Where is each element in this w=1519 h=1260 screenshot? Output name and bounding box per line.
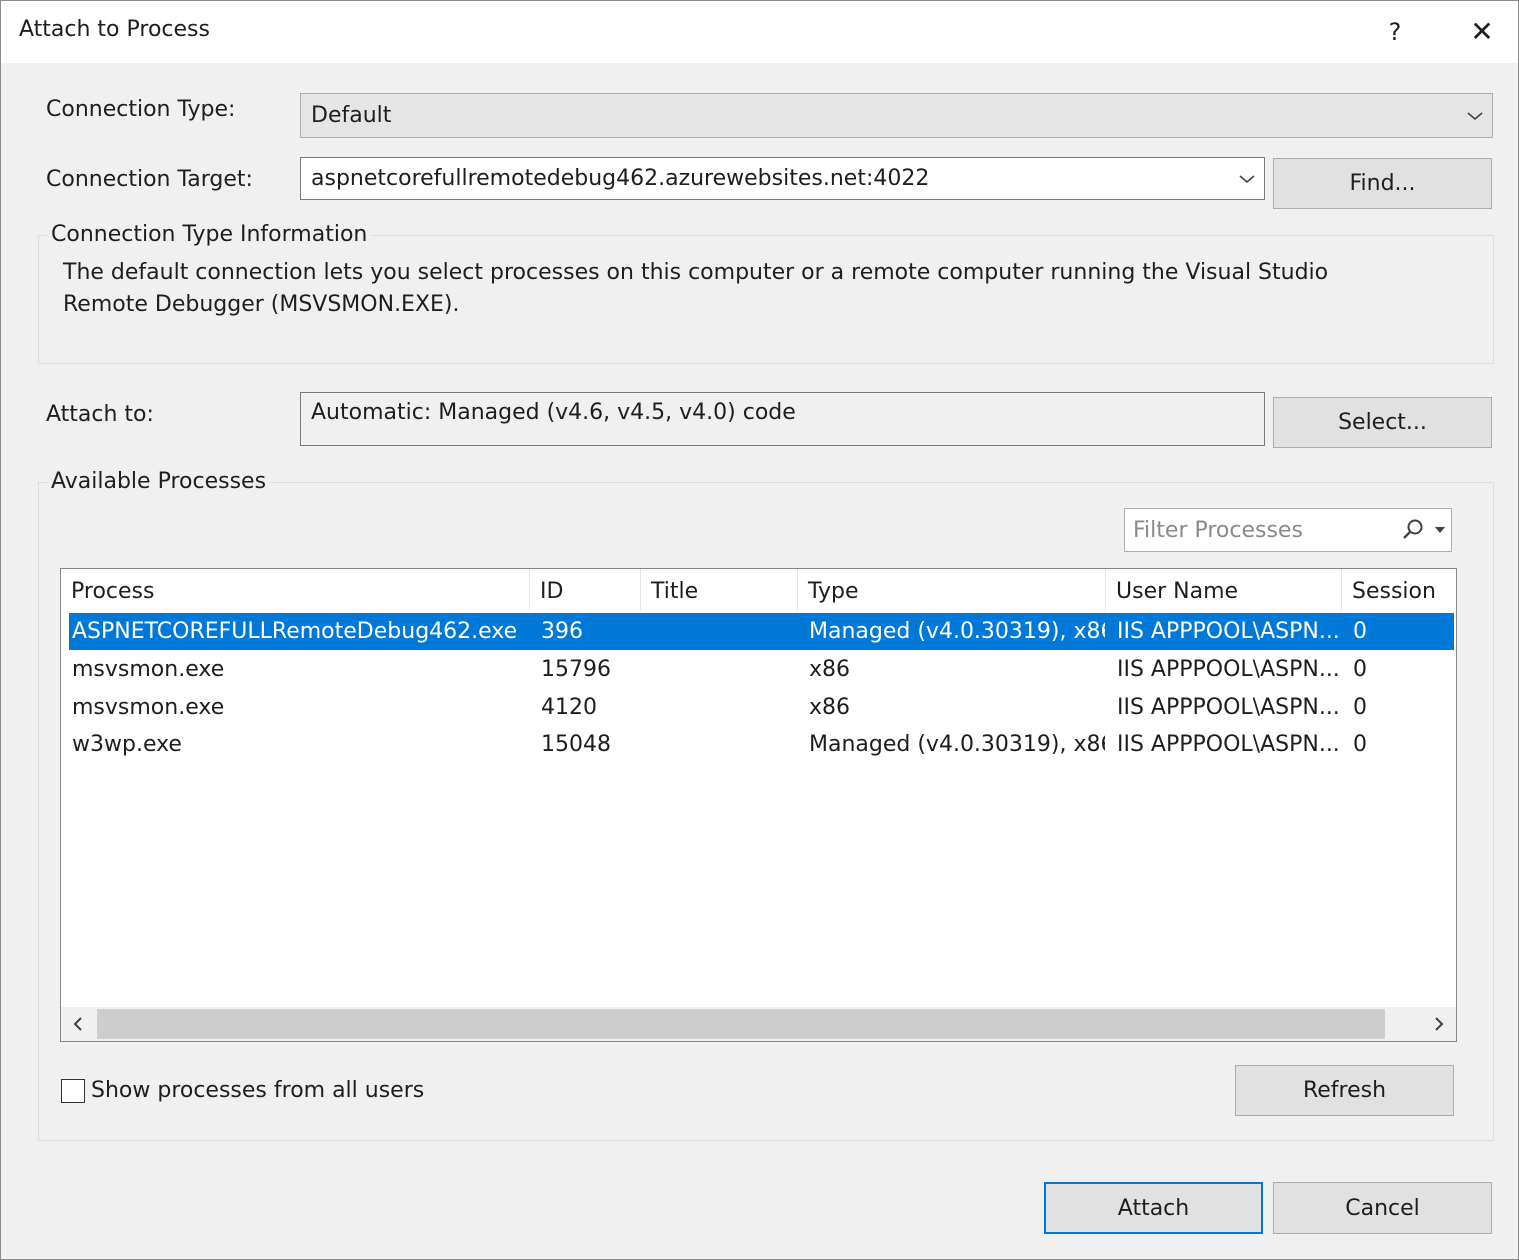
attach-to-label: Attach to: [46,402,154,427]
connection-info-text: The default connection lets you select p… [63,260,1329,317]
process-list-header: Process ID Title Type User Name Session [61,569,1456,611]
cell-title [652,613,797,650]
cell-title [652,726,797,763]
attach-to-field: Automatic: Managed (v4.6, v4.5, v4.0) co… [300,392,1265,446]
column-header-title[interactable]: Title [641,569,798,611]
column-header-type[interactable]: Type [798,569,1106,611]
filter-processes-input[interactable]: Filter Processes [1124,508,1452,552]
table-row[interactable]: w3wp.exe 15048 Managed (v4.0.30319), x86… [69,726,1454,763]
column-header-id[interactable]: ID [530,569,641,611]
cell-id: 15796 [541,657,611,682]
cancel-button[interactable]: Cancel [1273,1182,1492,1234]
cell-id: 4120 [541,695,597,720]
cell-type: x86 [809,657,851,682]
process-list[interactable]: Process ID Title Type User Name Session … [60,568,1457,1042]
cell-title [652,651,797,688]
cell-session: 0 [1353,732,1367,757]
close-button[interactable]: ✕ [1459,7,1505,57]
cell-process: ASPNETCOREFULLRemoteDebug462.exe [72,619,518,644]
help-button[interactable]: ? [1373,7,1417,57]
cell-type: x86 [809,695,851,720]
connection-type-dropdown[interactable]: Default [300,93,1493,138]
refresh-button[interactable]: Refresh [1235,1065,1454,1116]
cell-user-name: IIS APPPOOL\ASPN... [1117,619,1340,644]
connection-target-label: Connection Target: [46,167,253,192]
connection-target-combobox[interactable]: aspnetcorefullremotedebug462.azurewebsit… [300,157,1265,200]
find-button[interactable]: Find... [1273,158,1492,209]
dropdown-arrow-icon[interactable] [1435,526,1445,534]
cell-session: 0 [1353,619,1367,644]
show-all-users-checkbox[interactable] [61,1079,85,1103]
chevron-down-icon [1239,174,1255,183]
column-header-user-name[interactable]: User Name [1106,569,1342,611]
connection-type-value: Default [311,103,392,128]
cell-process: msvsmon.exe [72,695,225,720]
cell-type: Managed (v4.0.30319), x86 [809,732,1105,757]
cell-user-name: IIS APPPOOL\ASPN... [1117,732,1340,757]
column-header-session[interactable]: Session [1342,569,1456,611]
cell-user-name: IIS APPPOOL\ASPN... [1117,695,1340,720]
cell-session: 0 [1353,657,1367,682]
cell-process: msvsmon.exe [72,657,225,682]
cell-type: Managed (v4.0.30319), x86 [809,619,1105,644]
table-row[interactable]: ASPNETCOREFULLRemoteDebug462.exe 396 Man… [69,613,1454,650]
cell-id: 396 [541,619,583,644]
cell-user-name: IIS APPPOOL\ASPN... [1117,657,1340,682]
table-row[interactable]: msvsmon.exe 15796 x86 IIS APPPOOL\ASPN..… [69,651,1454,688]
scroll-right-button[interactable] [1422,1007,1456,1041]
cell-process: w3wp.exe [72,732,182,757]
show-all-users-label[interactable]: Show processes from all users [91,1078,424,1103]
select-button[interactable]: Select... [1273,397,1492,448]
cell-id: 15048 [541,732,611,757]
connection-type-label: Connection Type: [46,97,236,122]
table-row[interactable]: msvsmon.exe 4120 x86 IIS APPPOOL\ASPN...… [69,689,1454,726]
title-bar: Attach to Process ? ✕ [1,1,1518,63]
search-icon[interactable] [1401,518,1425,542]
available-processes-group-label: Available Processes [47,469,271,494]
column-header-process[interactable]: Process [61,569,530,611]
horizontal-scrollbar[interactable] [61,1007,1456,1041]
attach-button[interactable]: Attach [1044,1182,1263,1234]
cell-session: 0 [1353,695,1367,720]
connection-target-value: aspnetcorefullremotedebug462.azurewebsit… [311,166,930,191]
connection-info-group-label: Connection Type Information [47,222,372,247]
scroll-left-button[interactable] [61,1007,95,1041]
filter-placeholder: Filter Processes [1133,517,1303,543]
chevron-right-icon [1435,1017,1444,1031]
chevron-down-icon [1467,111,1483,120]
dialog-title: Attach to Process [19,17,210,42]
cell-title [652,689,797,726]
scrollbar-thumb[interactable] [97,1009,1385,1039]
chevron-left-icon [73,1017,82,1031]
attach-to-process-dialog: Attach to Process ? ✕ Connection Type: D… [0,0,1519,1260]
